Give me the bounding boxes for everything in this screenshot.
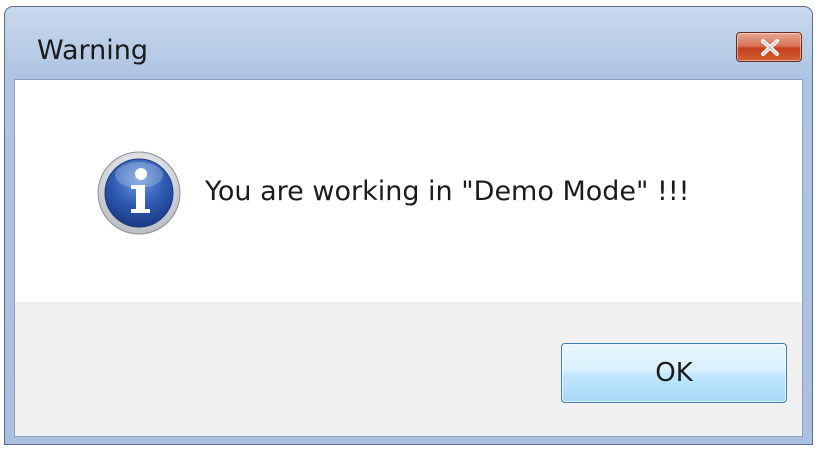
message-area: You are working in "Demo Mode" !!! <box>15 80 802 302</box>
ok-button[interactable]: OK <box>561 343 787 403</box>
close-button[interactable] <box>736 32 802 62</box>
close-icon <box>761 39 779 56</box>
warning-message: You are working in "Demo Mode" !!! <box>205 176 690 207</box>
window-title: Warning <box>37 35 149 66</box>
information-icon <box>97 151 181 235</box>
dialog-client-area: You are working in "Demo Mode" !!! OK <box>14 79 803 437</box>
dialog-window: Warning You are working in "Demo Mode" !… <box>4 6 813 445</box>
button-area: OK <box>15 302 802 436</box>
title-bar[interactable]: Warning <box>5 7 812 79</box>
